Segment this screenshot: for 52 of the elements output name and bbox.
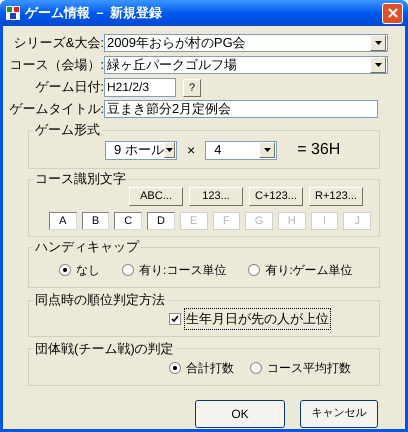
radio-button[interactable] <box>250 362 262 374</box>
caret-icon <box>374 41 382 45</box>
help-button[interactable]: ? <box>183 79 201 97</box>
field-label: ゲームタイトル: <box>8 100 104 118</box>
total-holes: = 36H <box>297 140 340 160</box>
letter-field[interactable]: A <box>49 212 77 230</box>
ok-button[interactable]: OK <box>195 400 285 428</box>
radio-button[interactable] <box>248 264 260 276</box>
radio-label: コース平均打数 <box>267 360 351 376</box>
checkbox-label: 生年月日が先の人が上位 <box>184 308 331 330</box>
field-label: コース（会場）: <box>8 56 104 74</box>
dropdown[interactable]: 2009年おらが村のPG会 <box>104 34 388 52</box>
group-title: ハンディキャップ <box>34 239 140 255</box>
field-label: ゲーム日付: <box>34 78 104 96</box>
group-title: 団体戦(チーム戦)の判定 <box>34 340 175 356</box>
letter-preset-button[interactable]: C+123... <box>249 187 303 206</box>
letter-field[interactable]: C <box>114 212 142 230</box>
caret-icon <box>264 148 271 152</box>
dropdown-button[interactable] <box>259 142 276 158</box>
radio-button[interactable] <box>122 264 134 276</box>
caret-icon <box>374 63 382 67</box>
group-title: 同点時の順位判定方法 <box>34 292 166 308</box>
close-icon <box>388 8 398 18</box>
app-icon <box>5 5 21 21</box>
caret-icon <box>166 148 173 152</box>
count-dropdown[interactable]: 4 <box>205 140 278 160</box>
letter-preset-button[interactable]: ABC... <box>129 187 183 206</box>
cancel-button[interactable]: キャンセル <box>300 400 378 428</box>
window-title: ゲーム情報 － 新規登録 <box>25 4 164 22</box>
dropdown-button[interactable] <box>370 57 386 73</box>
letter-preset-button[interactable]: 123... <box>189 187 243 206</box>
radio-label: 有り:ゲーム単位 <box>265 262 353 279</box>
radio-label: なし <box>76 262 100 279</box>
field-label: シリーズ&大会: <box>12 34 104 52</box>
close-button[interactable] <box>382 2 403 24</box>
letter-field[interactable]: B <box>82 212 110 230</box>
letter-preset-button[interactable]: R+123... <box>309 187 363 206</box>
group-title: ゲーム形式 <box>34 122 101 138</box>
radio-button[interactable] <box>169 362 181 374</box>
dropdown-button[interactable] <box>370 35 386 51</box>
title-field[interactable]: 豆まき節分2月定例会 <box>104 100 378 118</box>
dropdown-button[interactable] <box>164 142 175 158</box>
letter-field[interactable]: D <box>147 212 175 230</box>
date-field[interactable]: H21/2/3 <box>104 78 176 96</box>
radio-label: 合計打数 <box>186 360 234 376</box>
checkbox[interactable] <box>169 312 181 325</box>
dropdown[interactable]: 緑ヶ丘パークゴルフ場 <box>104 56 388 74</box>
holes-dropdown[interactable]: 9 ホール <box>105 140 177 160</box>
radio-label: 有り:コース単位 <box>139 262 226 279</box>
radio-button[interactable] <box>59 264 71 276</box>
times-sign: × <box>187 140 196 160</box>
group-title: コース識別文字 <box>34 171 127 187</box>
